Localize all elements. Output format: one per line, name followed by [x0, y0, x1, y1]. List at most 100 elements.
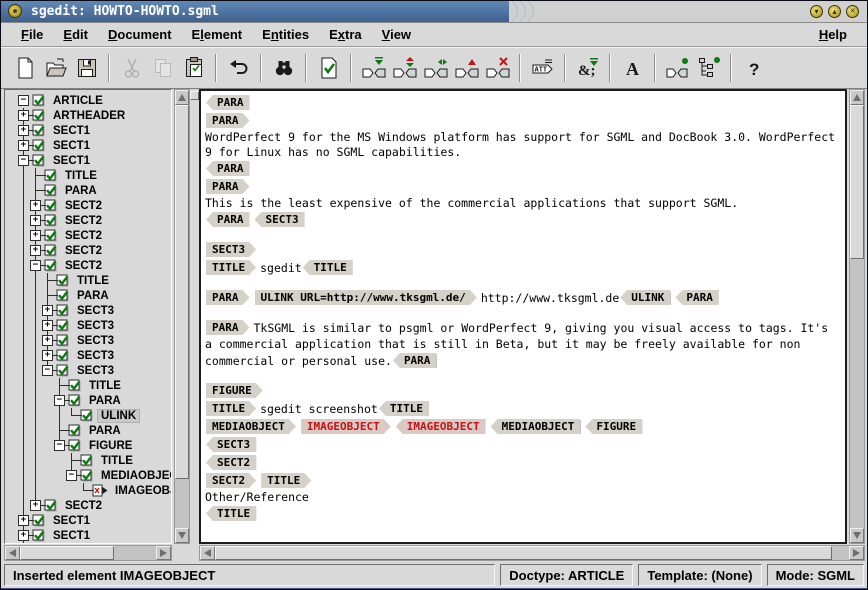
- tree-node-sect3[interactable]: −SECT3: [18, 363, 171, 378]
- maximize-icon[interactable]: ▴: [828, 5, 841, 18]
- scroll-right-icon[interactable]: [849, 546, 864, 560]
- collapse-icon[interactable]: −: [18, 95, 29, 106]
- doc-vscroll-thumb[interactable]: [850, 105, 864, 259]
- menu-help[interactable]: Help: [809, 25, 857, 44]
- start-tag-title[interactable]: TITLE: [261, 473, 311, 488]
- tree-node-label[interactable]: SECT1: [50, 155, 93, 167]
- window-menu-icon[interactable]: [8, 4, 22, 18]
- tree-node-sect1[interactable]: + SECT1: [18, 528, 171, 543]
- tree-node-title[interactable]: TITLE: [18, 378, 171, 393]
- document-view[interactable]: PARAPARAWordPerfect 9 for the MS Windows…: [199, 89, 847, 544]
- scroll-up-icon[interactable]: [175, 90, 189, 105]
- collapse-icon[interactable]: −: [66, 470, 77, 481]
- tree-node-sect3[interactable]: +SECT3: [18, 333, 171, 348]
- end-tag-title[interactable]: TITLE: [303, 260, 353, 275]
- collapse-icon[interactable]: −: [18, 155, 29, 166]
- paste-icon[interactable]: [180, 55, 207, 82]
- expand-icon[interactable]: +: [30, 245, 41, 256]
- end-tag-figure[interactable]: FIGURE: [585, 419, 642, 434]
- end-tag-para[interactable]: PARA: [206, 212, 250, 227]
- end-tag-para[interactable]: PARA: [206, 95, 250, 110]
- close-icon[interactable]: ✕: [846, 5, 859, 18]
- end-tag-title[interactable]: TITLE: [206, 506, 256, 521]
- menu-view[interactable]: View: [372, 25, 421, 44]
- end-tag-title[interactable]: TITLE: [379, 401, 429, 416]
- titlebar[interactable]: sgedit: HOWTO-HOWTO.sgml ▾ ▴ ✕: [1, 1, 867, 23]
- tree-node-sect2[interactable]: + SECT2: [18, 198, 171, 213]
- start-tag-para[interactable]: PARA: [206, 113, 250, 128]
- expand-icon[interactable]: +: [30, 500, 41, 511]
- tree-vertical-scrollbar[interactable]: [174, 89, 190, 544]
- end-tag-sect3[interactable]: SECT3: [255, 212, 305, 227]
- expand-icon[interactable]: +: [42, 320, 53, 331]
- tree-node-artheader[interactable]: +ARTHEADER: [18, 108, 171, 123]
- tree-node-title[interactable]: TITLE: [18, 453, 171, 468]
- end-tag-para[interactable]: PARA: [675, 290, 719, 305]
- tree-node-sect3[interactable]: +SECT3: [18, 348, 171, 363]
- tree-node-label[interactable]: SECT1: [50, 515, 93, 527]
- expand-icon[interactable]: +: [42, 305, 53, 316]
- collapse-icon[interactable]: −: [54, 395, 65, 406]
- split-element-icon[interactable]: [391, 55, 418, 82]
- tree-node-article[interactable]: − ARTICLE: [18, 93, 171, 108]
- move-element-up-icon[interactable]: [453, 55, 480, 82]
- sash-grip[interactable]: [190, 91, 199, 100]
- menu-extra[interactable]: Extra: [319, 25, 372, 44]
- save-document-icon[interactable]: [73, 55, 100, 82]
- surround-element-icon[interactable]: [422, 55, 449, 82]
- tree-node-label[interactable]: SECT2: [62, 215, 105, 227]
- menu-document[interactable]: Document: [98, 25, 182, 44]
- menu-element[interactable]: Element: [182, 25, 253, 44]
- tree-node-title[interactable]: TITLE: [18, 168, 171, 183]
- tree-node-label[interactable]: SECT2: [62, 500, 105, 512]
- scroll-right-icon[interactable]: [156, 546, 171, 560]
- doc-hscroll-thumb[interactable]: [215, 546, 832, 560]
- tree-node-label[interactable]: PARA: [86, 395, 124, 407]
- expand-icon[interactable]: +: [30, 200, 41, 211]
- expand-icon[interactable]: +: [30, 230, 41, 241]
- end-tag-imageobject[interactable]: IMAGEOBJECT: [396, 419, 486, 434]
- tree-node-imageobject[interactable]: IMAGEOBJECT: [18, 483, 171, 498]
- scroll-up-icon[interactable]: [850, 90, 864, 105]
- help-icon[interactable]: ?: [740, 55, 767, 82]
- expand-icon[interactable]: +: [18, 530, 29, 541]
- tree-node-label[interactable]: SECT1: [50, 530, 93, 542]
- scroll-left-icon[interactable]: [200, 546, 215, 560]
- document-horizontal-scrollbar[interactable]: [199, 545, 865, 561]
- start-tag-figure[interactable]: FIGURE: [206, 383, 263, 398]
- end-tag-ulink[interactable]: ULINK: [620, 290, 670, 305]
- tree-node-sect1[interactable]: − SECT1: [18, 153, 171, 168]
- minimize-icon[interactable]: ▾: [810, 5, 823, 18]
- scroll-down-icon[interactable]: [850, 528, 864, 543]
- element-info-icon[interactable]: [664, 55, 691, 82]
- tree-node-label[interactable]: TITLE: [74, 275, 112, 287]
- tree-node-label[interactable]: SECT3: [74, 335, 117, 347]
- tree-node-label[interactable]: SECT1: [50, 125, 93, 137]
- insert-element-icon[interactable]: [360, 55, 387, 82]
- tree-node-label[interactable]: SECT3: [74, 305, 117, 317]
- validate-icon[interactable]: [315, 55, 342, 82]
- tree-node-sect1[interactable]: +SECT1: [18, 138, 171, 153]
- end-tag-para[interactable]: PARA: [206, 161, 250, 176]
- tree-node-label[interactable]: SECT2: [62, 200, 105, 212]
- tree-node-label[interactable]: PARA: [86, 425, 124, 437]
- tree-node-sect2[interactable]: +SECT2: [18, 228, 171, 243]
- tree-node-sect1[interactable]: + SECT1: [18, 123, 171, 138]
- expand-icon[interactable]: +: [18, 125, 29, 136]
- edit-attributes-icon[interactable]: ATT: [529, 55, 556, 82]
- tree-node-label[interactable]: ARTICLE: [50, 95, 106, 107]
- tree-vscroll-thumb[interactable]: [175, 105, 189, 479]
- tree-node-sect2[interactable]: +SECT2: [18, 213, 171, 228]
- expand-icon[interactable]: +: [18, 110, 29, 121]
- start-tag-ulink[interactable]: ULINK URL=http://www.tksgml.de/: [255, 290, 477, 305]
- start-tag-sect3[interactable]: SECT3: [206, 242, 256, 257]
- element-tree[interactable]: −ARTICLE+ARTHEADER+SECT1+SECT1−SECT1TITL…: [4, 89, 172, 544]
- document-tree-icon[interactable]: [695, 55, 722, 82]
- menu-edit[interactable]: Edit: [53, 25, 98, 44]
- end-tag-sect2[interactable]: SECT2: [206, 455, 256, 470]
- new-document-icon[interactable]: [11, 55, 38, 82]
- tree-node-label[interactable]: TITLE: [98, 455, 136, 467]
- tree-node-ulink[interactable]: ULINK: [18, 408, 171, 423]
- tree-node-para[interactable]: − PARA: [18, 393, 171, 408]
- tree-node-figure[interactable]: −FIGURE: [18, 438, 171, 453]
